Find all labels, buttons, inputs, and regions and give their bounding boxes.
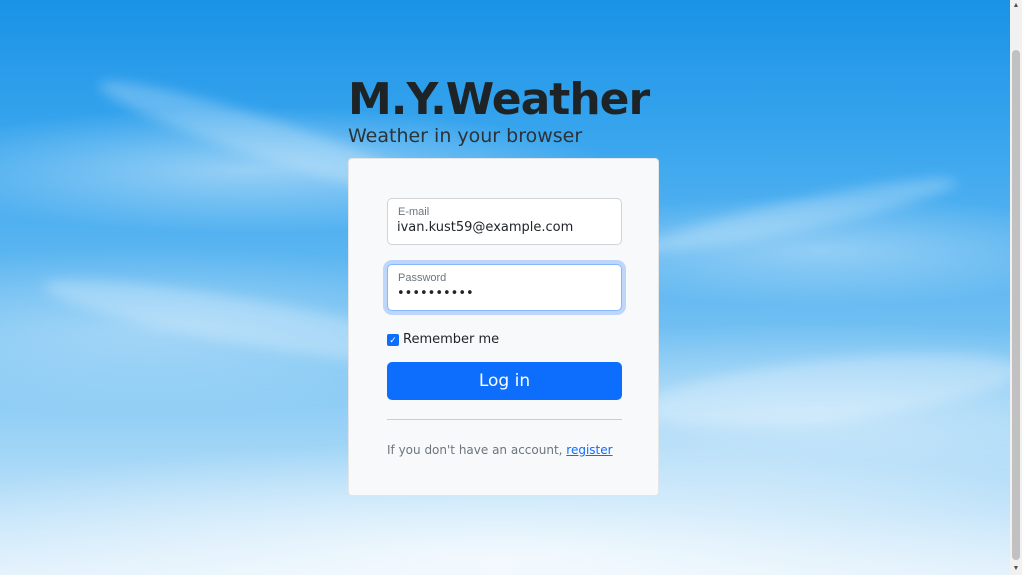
password-input[interactable] bbox=[397, 286, 607, 301]
register-prompt-text: If you don't have an account, bbox=[387, 443, 567, 457]
login-button[interactable]: Log in bbox=[387, 362, 622, 400]
password-field[interactable]: Password bbox=[387, 264, 622, 311]
app-title: M.Y.Weather bbox=[348, 74, 650, 125]
remember-me-row[interactable]: ✓ Remember me bbox=[387, 332, 499, 347]
scroll-down-arrow-icon[interactable]: ▼ bbox=[1010, 563, 1022, 575]
email-field[interactable]: E-mail bbox=[387, 198, 622, 245]
register-prompt: If you don't have an account, register bbox=[387, 443, 613, 457]
cloud-streak bbox=[637, 340, 1010, 440]
brand-header: M.Y.Weather Weather in your browser bbox=[348, 72, 668, 148]
page-scrollbar[interactable]: ▲ ▼ bbox=[1010, 0, 1022, 575]
scroll-up-arrow-icon[interactable]: ▲ bbox=[1010, 0, 1022, 12]
sky-background: M.Y.Weather Weather in your browser E-ma… bbox=[0, 0, 1010, 575]
divider bbox=[387, 419, 622, 420]
email-field-label: E-mail bbox=[398, 206, 430, 218]
remember-me-checkbox[interactable]: ✓ bbox=[387, 333, 399, 346]
email-input[interactable] bbox=[397, 220, 607, 235]
cloud-streak bbox=[640, 167, 960, 263]
password-field-label: Password bbox=[398, 272, 447, 284]
scrollbar-thumb[interactable] bbox=[1012, 50, 1020, 560]
register-link[interactable]: register bbox=[566, 443, 612, 457]
login-card: E-mail Password ✓ Remember me Log in If … bbox=[348, 158, 659, 496]
remember-me-label[interactable]: Remember me bbox=[403, 332, 499, 347]
check-icon: ✓ bbox=[389, 334, 397, 345]
